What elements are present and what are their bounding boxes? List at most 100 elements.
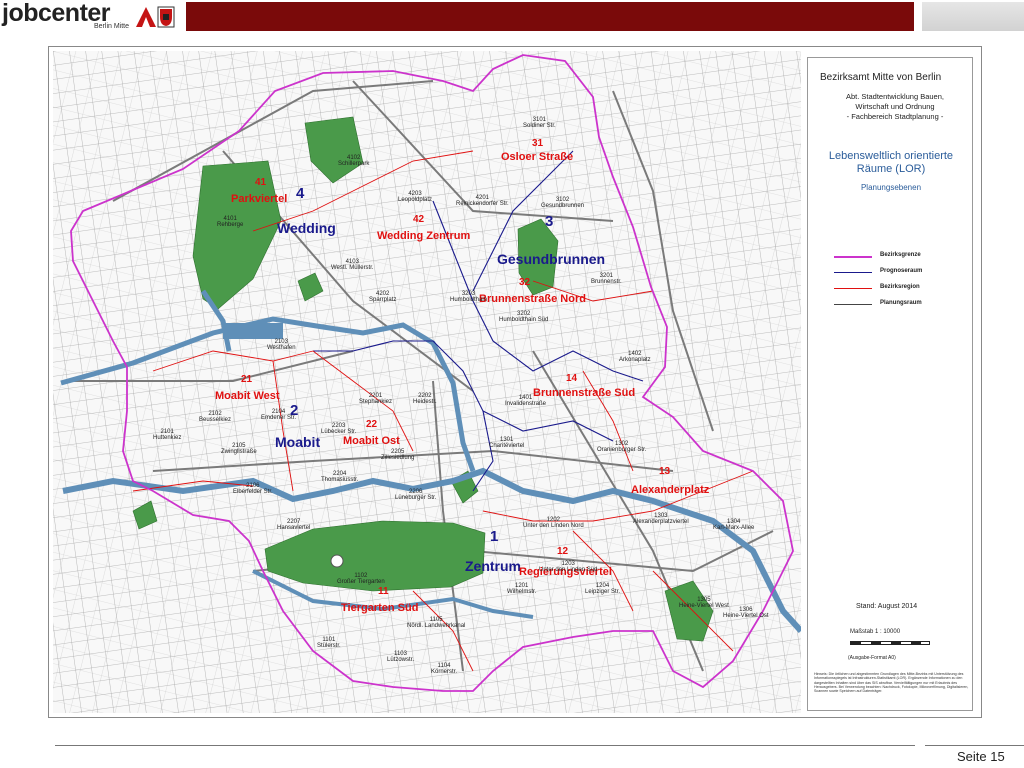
planungsraum-label-3101: 3101 Soldiner Str. <box>523 117 556 129</box>
legend-item-bezirksgrenze: Bezirksgrenze <box>834 252 964 262</box>
region-41-number: 41 <box>255 177 267 188</box>
footer-divider <box>55 745 915 746</box>
jobcenter-logo: jobcenter Berlin Mitte <box>2 0 178 32</box>
planungsraum-label-1204: 1204 Leipziger Str. <box>585 583 620 595</box>
prognose-1-name: Zentrum <box>465 558 521 574</box>
planungsraum-name: Humboldthain <box>450 297 488 303</box>
legend-swatch-bezirksgrenze <box>834 256 872 258</box>
planungsraum-name: Lützowstr. <box>387 657 415 663</box>
planungsraum-name: Westl. Müllerstr. <box>331 265 374 271</box>
legend-label-bezirksgrenze: Bezirksgrenze <box>880 252 921 258</box>
legend-lor-line-2: Räume (LOR) <box>856 163 926 175</box>
planungsraum-label-3102: 3102 Gesundbrunnen <box>541 197 584 209</box>
planungsraum-name: Elberfelder Str. <box>233 489 273 495</box>
planungsraum-name: Huttenkiez <box>153 435 182 441</box>
planungsraum-label-1201: 1201 Wilhelmstr. <box>507 583 536 595</box>
region-42-name: Wedding Zentrum <box>377 230 471 242</box>
planungsraum-name: Lüneburger Str. <box>395 495 437 501</box>
legend-lor-line-1: Lebensweltlich orientierte <box>828 150 954 162</box>
planungsraum-name: Sparrplatz <box>369 297 397 303</box>
planungsraum-name: Schillerpark <box>338 161 370 167</box>
header-accent-bar <box>186 2 914 31</box>
planungsraum-name: Wilhelmstr. <box>507 589 537 595</box>
region-21-number: 21 <box>241 374 253 385</box>
planungsraum-label-2101: 2101 Huttenkiez <box>153 429 181 441</box>
planungsraum-name: Körnerstr. <box>431 669 458 675</box>
planungsraum-label-2106: 2106 Elberfelder Str. <box>233 483 273 495</box>
header-grey-block <box>922 2 1024 31</box>
grosser-stern-circle <box>330 554 344 568</box>
region-42-number: 42 <box>413 214 425 225</box>
planungsraum-name: Charitéviertel <box>489 443 525 449</box>
planungsraum-label-2205: 2205 Zillesiedlung <box>381 449 414 461</box>
region-14-number: 14 <box>566 373 578 384</box>
planungsraum-label-2204: 2204 Thomasiusstr. <box>321 471 358 483</box>
footer-divider-right <box>925 745 1024 746</box>
region-22-name: Moabit Ost <box>343 435 400 447</box>
planungsraum-name: Heidestr. <box>413 399 437 405</box>
planungsraum-label-2103: 2103 Westhafen <box>267 339 296 351</box>
region-14-name: Brunnenstraße Süd <box>533 387 636 399</box>
legend-massstab: Maßstab 1 : 10000 <box>850 629 901 635</box>
legend-item-planungsraum: Planungsraum <box>834 300 964 310</box>
legend-format: (Ausgabe-Format A0) <box>848 655 896 661</box>
planungsraum-name: Zwinglistraße <box>221 449 257 455</box>
planungsraum-name: Leipziger Str. <box>585 589 621 595</box>
planungsraum-label-1402: 1402 Arkonaplatz <box>619 351 651 363</box>
region-22-number: 22 <box>366 419 378 430</box>
planungsraum-label-2201: 2201 Stephankiez <box>359 393 392 405</box>
planungsraum-name: Arkonaplatz <box>619 357 651 363</box>
legend-label-planungsraum: Planungsraum <box>880 300 922 306</box>
prognose-2-name: Moabit <box>275 434 321 450</box>
planungsraum-label-3202: 3202 Humboldthain Süd <box>499 311 548 323</box>
planungsraum-name: Stephankiez <box>359 399 393 405</box>
prognose-3-number: 3 <box>545 213 554 230</box>
planungsraum-label-3201: 3201 Brunnenstr. <box>591 273 622 285</box>
legend-panel: Bezirksamt Mitte von Berlin Abt. Stadten… <box>807 57 973 711</box>
region-31-number: 31 <box>532 138 544 149</box>
region-13-number: 13 <box>659 466 671 477</box>
planungsraum-name: Emdener Str. <box>261 415 297 421</box>
planungsraum-label-4202: 4202 Sparrplatz <box>369 291 396 303</box>
planungsraum-label-2206: 2206 Lüneburger Str. <box>395 489 436 501</box>
planungsraum-label-1302: 1302 Oranienburger Str. <box>597 441 646 453</box>
legend-sub-line-3: - Fachbereich Stadtplanung - <box>846 112 944 121</box>
planungsraum-name: Lübecker Str. <box>321 429 357 435</box>
legend-item-bezirksregion: Bezirksregion <box>834 284 964 294</box>
westhafen-basin <box>223 323 283 339</box>
planungsraum-name: Soldiner Str. <box>523 123 556 129</box>
planungsraum-label-1203: 1203 Unter den Linden Süd <box>539 561 597 573</box>
planungsraum-name: Alexanderplatzviertel <box>633 519 689 525</box>
planungsraum-label-1301: 1301 Charitéviertel <box>489 437 524 449</box>
region-31-name: Osloer Straße <box>501 151 574 163</box>
planungsraum-name: Invalidenstraße <box>505 401 547 407</box>
planungsraum-label-2102: 2102 Beusselkiez <box>199 411 231 423</box>
planungsraum-name: Brunnenstr. <box>591 279 622 285</box>
planungsraum-name: Nördl. Landwehrkanal <box>407 623 466 629</box>
legend-sub-line-2: Wirtschaft und Ordnung <box>855 102 935 111</box>
planungsraum-name: Zillesiedlung <box>381 455 415 461</box>
planungsraum-label-4101: 4101 Rehberge <box>217 216 243 228</box>
planungsraum-label-2207: 2207 Hansaviertel <box>277 519 310 531</box>
legend-notes: Hinweis: Die örtlichen und abgestimmten … <box>814 672 969 694</box>
planungsraum-label-1305: 1305 Heine-Viertel West <box>679 597 729 609</box>
planungsraum-name: Unter den Linden Nord <box>523 523 584 529</box>
planungsraum-label-4102: 4102 Schillerpark <box>338 155 369 167</box>
planungsraum-name: Beusselkiez <box>199 417 232 423</box>
legend-stand: Stand: August 2014 <box>856 603 918 610</box>
prognose-3-name: Gesundbrunnen <box>497 251 606 267</box>
planungsraum-name: Westhafen <box>267 345 296 351</box>
planungsraum-name: Hansaviertel <box>277 525 311 531</box>
header: jobcenter Berlin Mitte <box>0 0 1024 34</box>
logo-subtitle: Berlin Mitte <box>94 23 130 30</box>
planungsraum-label-1103: 1103 Lützowstr. <box>387 651 414 663</box>
planungsraum-label-2203: 2203 Lübecker Str. <box>321 423 356 435</box>
region-11-number: 11 <box>378 586 389 597</box>
planungsraum-name: Karl-Marx-Allee <box>713 525 755 531</box>
region-21-name: Moabit West <box>215 390 280 402</box>
legend-title: Bezirksamt Mitte von Berlin <box>820 72 942 83</box>
planungsraum-label-2104: 2104 Emdener Str. <box>261 409 296 421</box>
region-13-name: Alexanderplatz <box>631 484 710 496</box>
map-area: 4 Wedding 3 Gesundbrunnen 2 Moabit 1 Zen… <box>53 51 801 713</box>
planungsraum-name: Heine-Viertel West <box>679 603 729 609</box>
